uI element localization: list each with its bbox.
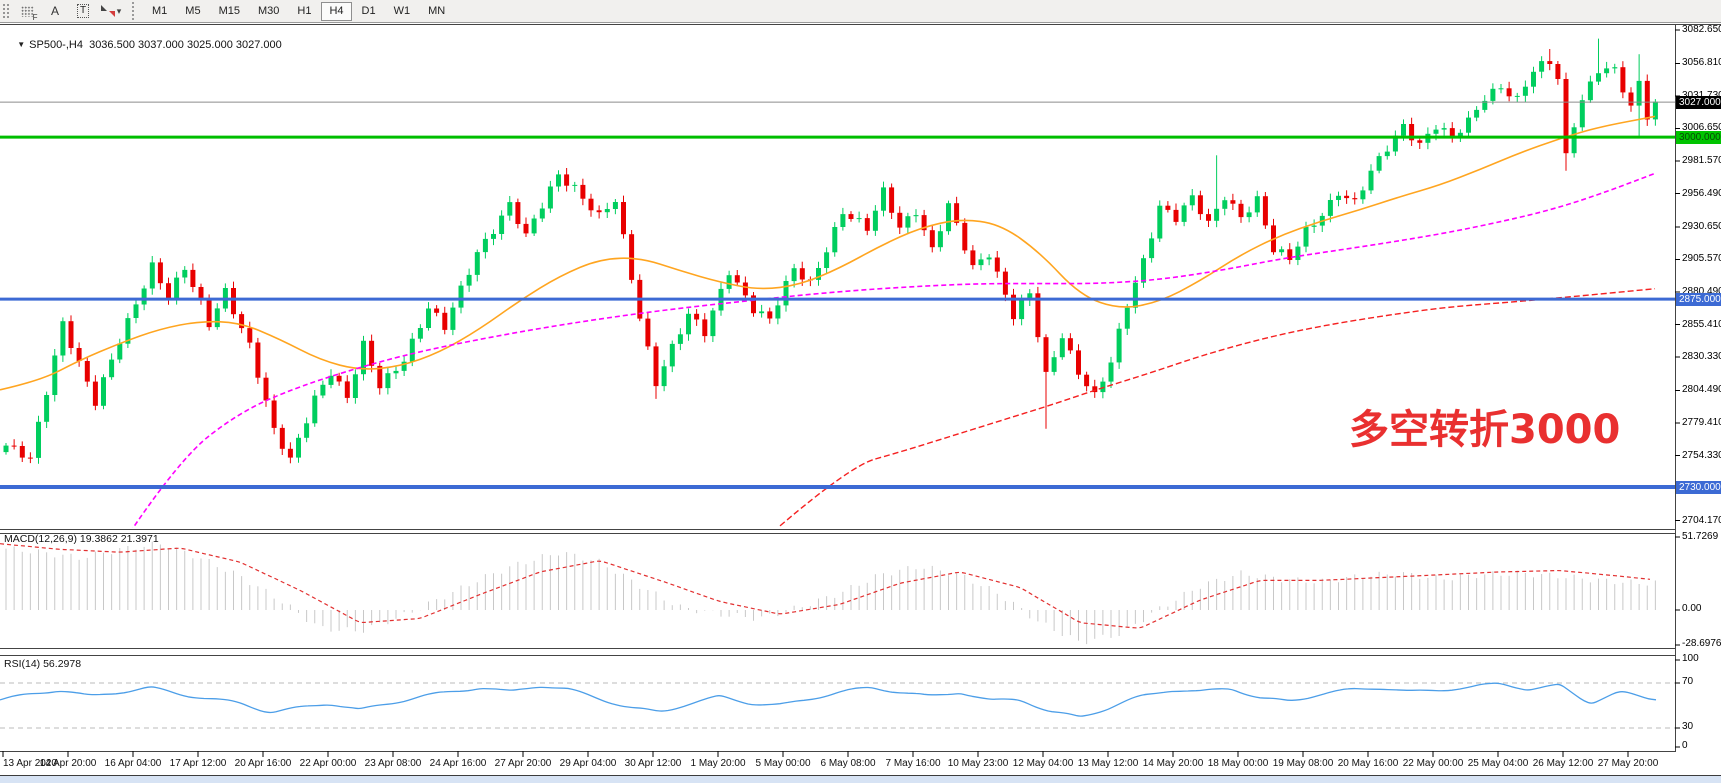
price-axis-label: 3056.810 bbox=[1682, 57, 1721, 68]
ma-mid-magenta bbox=[130, 173, 1655, 532]
price-axis-label: 2754.330 bbox=[1682, 450, 1721, 461]
time-axis-label: 5 May 00:00 bbox=[755, 758, 810, 769]
rsi-indicator-label: RSI(14) 56.2978 bbox=[4, 658, 81, 670]
rsi-axis-label: 70 bbox=[1682, 676, 1693, 687]
time-axis-label: 27 Apr 20:00 bbox=[495, 758, 552, 769]
macd-axis-label: 51.7269 bbox=[1682, 531, 1718, 542]
time-axis-label: 6 May 08:00 bbox=[820, 758, 875, 769]
time-axis-label: 7 May 16:00 bbox=[885, 758, 940, 769]
rsi-axis-label: 30 bbox=[1682, 721, 1693, 732]
time-axis-label: 20 Apr 16:00 bbox=[235, 758, 292, 769]
price-badge-level: 2875.000 bbox=[1676, 293, 1721, 306]
macd-axis-label: 0.00 bbox=[1682, 603, 1701, 614]
price-axis-label: 3082.650 bbox=[1682, 24, 1721, 35]
macd-indicator-label: MACD(12,26,9) 19.3862 21.3971 bbox=[4, 533, 159, 545]
time-axis-label: 23 Apr 08:00 bbox=[365, 758, 422, 769]
price-axis-label: 2830.330 bbox=[1682, 351, 1721, 362]
price-axis-label: 2981.570 bbox=[1682, 155, 1721, 166]
time-axis-label: 22 Apr 00:00 bbox=[300, 758, 357, 769]
trading-platform-window: F A T ▾ M1M5M15M30H1H4D1W1MN ▼SP500-,H4 … bbox=[0, 0, 1721, 783]
price-axis-label: 2704.170 bbox=[1682, 515, 1721, 526]
time-axis-label: 12 May 04:00 bbox=[1013, 758, 1074, 769]
chart-symbol-header: ▼ SP500-,H4 3036.500 3037.000 3025.000 30… bbox=[5, 27, 282, 63]
time-axis-label: 18 May 00:00 bbox=[1208, 758, 1269, 769]
time-axis-label: 17 Apr 12:00 bbox=[170, 758, 227, 769]
time-axis-label: 13 May 12:00 bbox=[1078, 758, 1139, 769]
price-badge-level: 3000.000 bbox=[1676, 131, 1721, 144]
time-axis-label: 19 May 08:00 bbox=[1273, 758, 1334, 769]
price-axis-label: 2779.410 bbox=[1682, 417, 1721, 428]
price-axis-label: 2804.490 bbox=[1682, 384, 1721, 395]
time-axis-label: 20 May 16:00 bbox=[1338, 758, 1399, 769]
rsi-axis-label: 0 bbox=[1682, 740, 1688, 751]
rsi-line bbox=[0, 683, 1656, 716]
time-axis-label: 26 May 12:00 bbox=[1533, 758, 1594, 769]
macd-signal-line bbox=[0, 544, 1650, 628]
macd-axis-label: -28.6976 bbox=[1682, 638, 1721, 649]
price-badge-level: 2730.000 bbox=[1676, 481, 1721, 494]
chart-text-annotation[interactable]: 多空转折3000 bbox=[1349, 397, 1620, 455]
price-axis-label: 2855.410 bbox=[1682, 319, 1721, 330]
time-axis-label: 27 May 20:00 bbox=[1598, 758, 1659, 769]
time-axis-label: 1 May 20:00 bbox=[690, 758, 745, 769]
time-axis-label: 14 Apr 20:00 bbox=[40, 758, 97, 769]
price-badge-current-price: 3027.000 bbox=[1676, 96, 1721, 109]
time-axis-label: 22 May 00:00 bbox=[1403, 758, 1464, 769]
time-axis-label: 29 Apr 04:00 bbox=[560, 758, 617, 769]
price-chart-canvas[interactable] bbox=[0, 0, 1721, 783]
price-axis-label: 2930.650 bbox=[1682, 221, 1721, 232]
time-axis-label: 14 May 20:00 bbox=[1143, 758, 1204, 769]
time-axis-label: 10 May 23:00 bbox=[948, 758, 1009, 769]
time-axis-label: 25 May 04:00 bbox=[1468, 758, 1529, 769]
symbol-ohlc-text: SP500-,H4 3036.500 3037.000 3025.000 302… bbox=[29, 39, 282, 51]
time-axis-label: 16 Apr 04:00 bbox=[105, 758, 162, 769]
rsi-axis-label: 100 bbox=[1682, 653, 1699, 664]
price-axis-label: 2956.490 bbox=[1682, 188, 1721, 199]
time-axis-label: 30 Apr 12:00 bbox=[625, 758, 682, 769]
window-bottom-strip bbox=[0, 775, 1721, 783]
symbol-dropdown-icon[interactable]: ▼ bbox=[17, 40, 25, 49]
price-axis-label: 2905.570 bbox=[1682, 253, 1721, 264]
time-axis-label: 24 Apr 16:00 bbox=[430, 758, 487, 769]
